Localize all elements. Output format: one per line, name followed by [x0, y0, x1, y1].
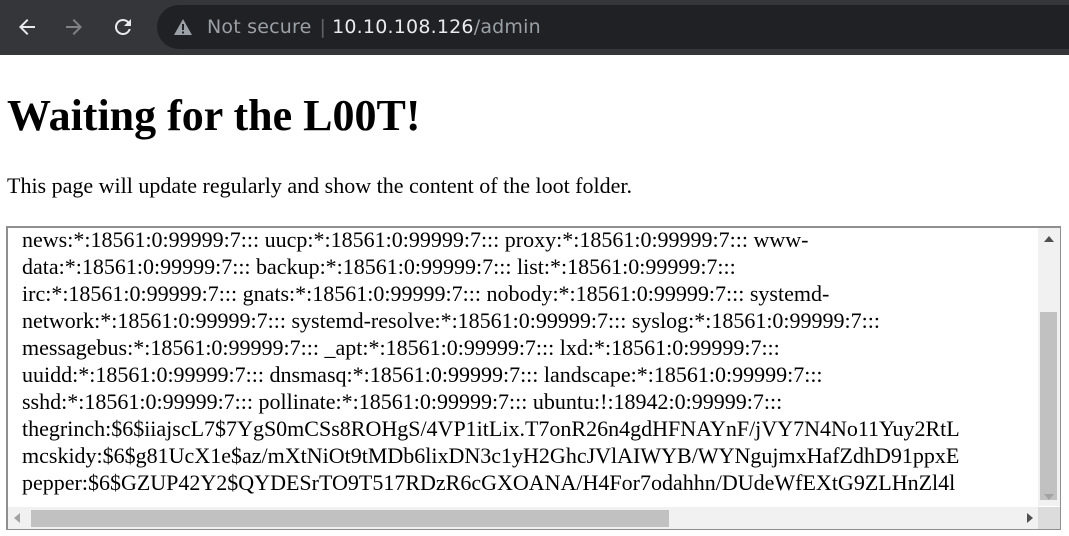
loot-line: uuidd:*:18561:0:99999:7::: dnsmasq:*:185… — [22, 362, 823, 387]
loot-textarea[interactable]: news:*:18561:0:99999:7::: uucp:*:18561:0… — [6, 226, 1061, 530]
loot-line: pepper:$6$GZUP42Y2$QYDESrTO9T517RDzR6cGX… — [22, 470, 956, 495]
vertical-scrollbar[interactable] — [1038, 228, 1060, 506]
address-bar[interactable]: Not secure | 10.10.108.126/admin — [157, 5, 1069, 49]
loot-line: sshd:*:18561:0:99999:7::: pollinate:*:18… — [22, 389, 783, 414]
url-path: /admin — [473, 16, 541, 38]
reload-icon — [114, 18, 131, 35]
url-host: 10.10.108.126 — [332, 16, 474, 38]
back-button[interactable] — [12, 12, 42, 42]
arrow-left-icon — [19, 19, 35, 35]
url-text[interactable]: Not secure | 10.10.108.126/admin — [207, 16, 541, 38]
scroll-down-arrow-icon[interactable] — [1044, 494, 1054, 500]
page-title: Waiting for the L00T! — [7, 91, 421, 140]
scrollbar-corner — [1038, 507, 1060, 529]
scroll-up-arrow-icon[interactable] — [1044, 236, 1054, 242]
vertical-scroll-thumb[interactable] — [1040, 312, 1057, 500]
url-separator: | — [319, 16, 327, 38]
forward-button[interactable] — [59, 12, 89, 42]
loot-line: irc:*:18561:0:99999:7::: gnats:*:18561:0… — [22, 281, 830, 306]
warning-triangle-icon[interactable] — [173, 18, 193, 36]
loot-line: news:*:18561:0:99999:7::: uucp:*:18561:0… — [22, 227, 809, 252]
security-label[interactable]: Not secure — [207, 16, 312, 38]
page-intro: This page will update regularly and show… — [7, 173, 633, 198]
horizontal-scrollbar[interactable] — [8, 507, 1039, 529]
reload-button[interactable] — [108, 12, 138, 42]
loot-content[interactable]: news:*:18561:0:99999:7::: uucp:*:18561:0… — [22, 227, 1060, 496]
browser-toolbar: Not secure | 10.10.108.126/admin — [0, 0, 1069, 55]
scroll-left-arrow-icon[interactable] — [14, 513, 20, 523]
horizontal-scroll-thumb[interactable] — [31, 510, 669, 527]
loot-line: data:*:18561:0:99999:7::: backup:*:18561… — [22, 254, 736, 279]
scroll-right-arrow-icon[interactable] — [1027, 513, 1033, 523]
arrow-right-icon — [66, 19, 82, 35]
loot-line: messagebus:*:18561:0:99999:7::: _apt:*:1… — [22, 335, 780, 360]
loot-line: mcskidy:$6$g81UcX1e$az/mXtNiOt9tMDb6lixD… — [22, 443, 960, 468]
loot-line: thegrinch:$6$iiajscL7$7YgS0mCSs8ROHgS/4V… — [22, 416, 960, 441]
loot-line: network:*:18561:0:99999:7::: systemd-res… — [22, 308, 880, 333]
